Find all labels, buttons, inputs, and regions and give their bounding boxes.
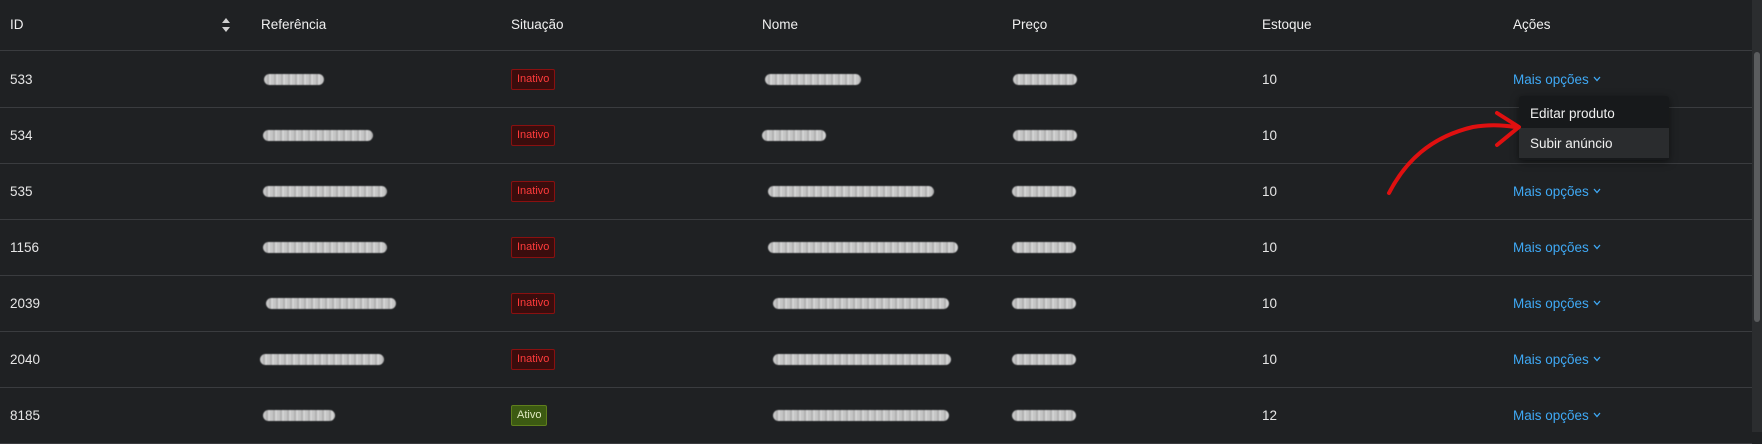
red-arrow-annotation bbox=[1387, 111, 1521, 195]
header-situacao: Situação bbox=[511, 17, 564, 32]
status-badge: Inativo bbox=[511, 68, 556, 90]
header-referencia: Referência bbox=[261, 17, 327, 32]
cell-id: 8185 bbox=[10, 407, 41, 423]
mais-opcoes-link[interactable]: Mais opções bbox=[1513, 184, 1601, 199]
redacted-reference bbox=[266, 297, 396, 309]
cell-estoque: 12 bbox=[1262, 407, 1278, 423]
redacted-reference bbox=[263, 241, 387, 253]
redacted-name bbox=[773, 297, 949, 309]
redacted-price bbox=[1012, 185, 1076, 197]
status-badge: Inativo bbox=[511, 124, 556, 146]
cell-id: 535 bbox=[10, 183, 33, 199]
header-estoque: Estoque bbox=[1262, 17, 1312, 32]
menu-item-editar-produto[interactable]: Editar produto bbox=[1519, 98, 1669, 128]
redacted-name bbox=[762, 129, 826, 141]
actions-dropdown-menu: Editar produto Subir anúncio bbox=[1519, 96, 1669, 160]
redacted-reference bbox=[263, 409, 335, 421]
mais-opcoes-label: Mais opções bbox=[1513, 71, 1589, 87]
redacted-reference bbox=[260, 353, 384, 365]
table-row: 2040 Inativo 10 Mais opções bbox=[0, 331, 1752, 388]
vertical-scrollbar[interactable] bbox=[1752, 0, 1762, 432]
chevron-down-icon bbox=[1593, 300, 1601, 306]
cell-id: 533 bbox=[10, 71, 33, 87]
cell-estoque: 10 bbox=[1262, 127, 1278, 143]
cell-id: 1156 bbox=[10, 239, 40, 255]
redacted-name bbox=[768, 185, 934, 197]
header-nome: Nome bbox=[762, 17, 799, 32]
chevron-down-icon bbox=[1593, 412, 1601, 418]
cell-estoque: 10 bbox=[1262, 183, 1278, 199]
header-acoes: Ações bbox=[1513, 17, 1551, 32]
table-row: 1156 Inativo 10 Mais opções bbox=[0, 219, 1752, 276]
cell-estoque: 10 bbox=[1262, 239, 1278, 255]
header-preco: Preço bbox=[1012, 17, 1048, 32]
redacted-price bbox=[1013, 129, 1077, 141]
mais-opcoes-label: Mais opções bbox=[1513, 351, 1589, 367]
redacted-reference bbox=[264, 73, 324, 85]
cell-id: 534 bbox=[10, 127, 33, 143]
scrollbar-thumb[interactable] bbox=[1754, 52, 1760, 322]
chevron-down-icon bbox=[1593, 356, 1601, 362]
cell-estoque: 10 bbox=[1262, 71, 1278, 87]
status-badge: Inativo bbox=[511, 348, 556, 370]
redacted-reference bbox=[263, 185, 387, 197]
cell-estoque: 10 bbox=[1262, 295, 1278, 311]
cell-estoque: 10 bbox=[1262, 351, 1278, 367]
cell-id: 2040 bbox=[10, 351, 41, 367]
products-table: ID Referência Situação Nome Preço Estoqu… bbox=[0, 0, 1752, 444]
mais-opcoes-label: Mais opções bbox=[1513, 295, 1589, 311]
mais-opcoes-label: Mais opções bbox=[1513, 239, 1589, 255]
status-badge: Ativo bbox=[511, 404, 548, 426]
chevron-down-icon bbox=[1593, 76, 1601, 82]
redacted-price bbox=[1012, 241, 1076, 253]
table-row: 8185 Ativo 12 Mais opções bbox=[0, 387, 1752, 444]
mais-opcoes-link[interactable]: Mais opções bbox=[1513, 296, 1601, 311]
cell-id: 2039 bbox=[10, 295, 41, 311]
redacted-name bbox=[773, 409, 949, 421]
redacted-name bbox=[773, 353, 951, 365]
header-id[interactable]: ID bbox=[10, 17, 24, 32]
redacted-reference bbox=[263, 129, 373, 141]
status-badge: Inativo bbox=[511, 292, 556, 314]
redacted-price bbox=[1013, 73, 1077, 85]
redacted-name bbox=[765, 73, 861, 85]
status-badge: Inativo bbox=[511, 180, 556, 202]
mais-opcoes-link[interactable]: Mais opções bbox=[1513, 352, 1601, 367]
redacted-name bbox=[768, 241, 958, 253]
redacted-price bbox=[1012, 297, 1076, 309]
table-row: 2039 Inativo 10 Mais opções bbox=[0, 275, 1752, 332]
table-row: 533 Inativo 10 Mais opções bbox=[0, 51, 1752, 108]
sort-icon[interactable] bbox=[221, 15, 231, 35]
chevron-down-icon bbox=[1593, 244, 1601, 250]
chevron-down-icon bbox=[1593, 188, 1601, 194]
table-header: ID Referência Situação Nome Preço Estoqu… bbox=[0, 0, 1752, 51]
mais-opcoes-link[interactable]: Mais opções bbox=[1513, 408, 1601, 423]
redacted-price bbox=[1012, 353, 1076, 365]
mais-opcoes-link[interactable]: Mais opções bbox=[1513, 240, 1601, 255]
status-badge: Inativo bbox=[511, 236, 556, 258]
mais-opcoes-label: Mais opções bbox=[1513, 407, 1589, 423]
redacted-price bbox=[1012, 409, 1076, 421]
mais-opcoes-link[interactable]: Mais opções bbox=[1513, 72, 1601, 87]
menu-item-subir-anuncio[interactable]: Subir anúncio bbox=[1519, 128, 1669, 158]
